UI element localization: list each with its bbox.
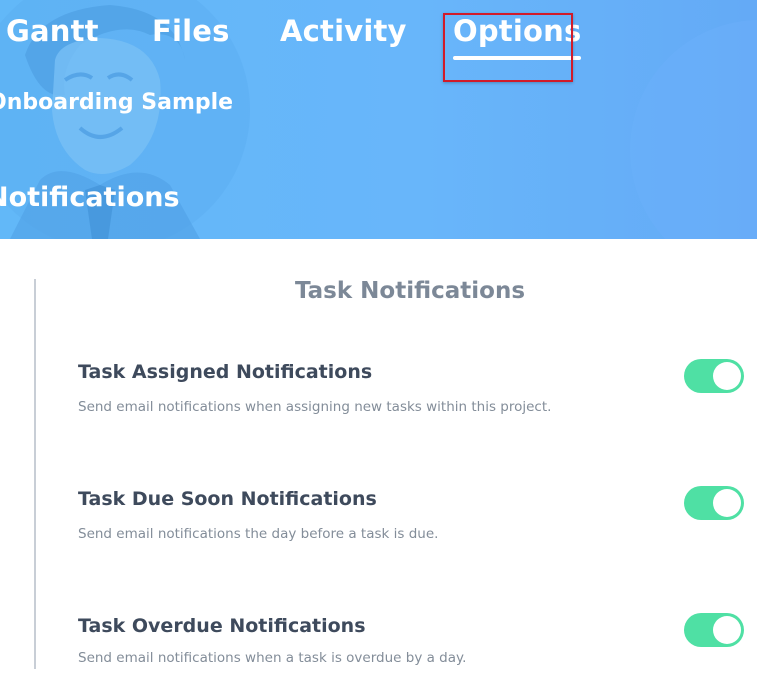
toggle-knob — [713, 362, 741, 390]
tab-options-highlight — [443, 13, 573, 82]
tab-files[interactable]: Files — [152, 14, 230, 48]
task-due-soon-toggle[interactable] — [684, 486, 744, 520]
tab-activity[interactable]: Activity — [280, 14, 407, 48]
setting-task-overdue-description: Send email notifications when a task is … — [78, 650, 467, 666]
setting-task-due-soon-title: Task Due Soon Notifications — [78, 488, 377, 510]
project-header: Gantt Files Activity Options Onboarding … — [0, 0, 757, 239]
task-overdue-toggle[interactable] — [684, 613, 744, 647]
section-heading: Notifications — [0, 182, 180, 213]
toggle-knob — [713, 489, 741, 517]
task-assigned-toggle[interactable] — [684, 359, 744, 393]
vertical-divider — [34, 279, 36, 669]
project-title: Onboarding Sample — [0, 90, 234, 115]
setting-task-overdue-title: Task Overdue Notifications — [78, 615, 366, 637]
panel-title: Task Notifications — [294, 278, 526, 304]
setting-task-due-soon-description: Send email notifications the day before … — [78, 526, 439, 542]
setting-task-assigned-description: Send email notifications when assigning … — [78, 399, 552, 415]
toggle-knob — [713, 616, 741, 644]
setting-task-assigned-title: Task Assigned Notifications — [78, 361, 373, 383]
tab-gantt[interactable]: Gantt — [6, 14, 99, 48]
